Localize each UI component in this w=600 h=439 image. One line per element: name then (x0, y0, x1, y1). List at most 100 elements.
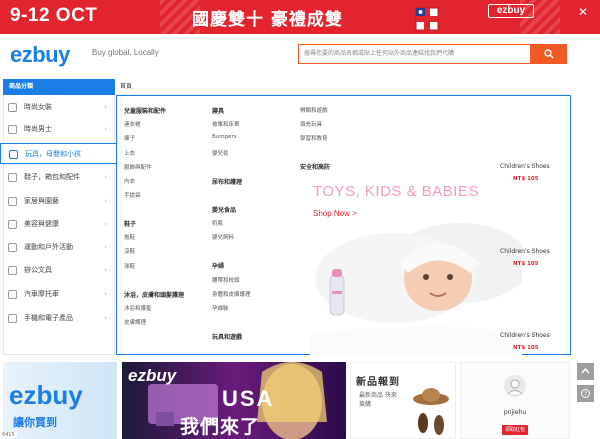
subcategory-link[interactable]: 孕婦裝 (212, 304, 229, 312)
subcategory-heading[interactable]: 沐浴，皮膚和頭髮護理 (124, 290, 184, 299)
subcategory-heading[interactable]: 寢具 (212, 106, 224, 115)
site-logo[interactable]: ezbuy (10, 42, 70, 68)
svg-text:?: ? (584, 391, 587, 398)
banner-slogan: 我們來了 (180, 416, 261, 438)
product-name[interactable]: Children's Shoes (500, 248, 550, 255)
sidebar-item-shoes-bags[interactable]: 鞋子，箱包和配件 › (0, 167, 112, 188)
subcategory-heading[interactable]: 安全和高防 (300, 162, 330, 171)
house-icon (8, 197, 17, 206)
sidebar-item-label: 鞋子，箱包和配件 (24, 173, 80, 181)
sidebar-item-sports[interactable]: 運動和戶外活動 › (0, 237, 112, 258)
subcategory-link[interactable]: 褲子 (124, 134, 135, 142)
sidebar-item-home-garden[interactable]: 家居與園藝 › (0, 191, 112, 212)
product-price: NT$ 105 (513, 261, 539, 267)
subcategory-heading[interactable]: 玩具和遊戲 (212, 332, 242, 341)
subcategory-link[interactable]: 皮膚護理 (124, 318, 146, 326)
help-button[interactable]: ? (577, 385, 594, 402)
search-input[interactable]: 搜尋您要的商品名稱或貼上任何站外商品連結找我們代購 (298, 44, 531, 64)
usa-promo-banner[interactable]: ezbuy USA 我們來了 (122, 362, 346, 439)
subcategory-link[interactable]: 棋類和遊戲 (300, 106, 328, 114)
flag-gift-icon (415, 7, 439, 31)
status-bar-text: 6415 (0, 432, 17, 438)
search-button[interactable] (531, 44, 567, 64)
pen-icon (8, 266, 17, 275)
hat-sandals-image (413, 388, 449, 435)
banner-brand: ezbuy (128, 366, 177, 385)
subcategory-link[interactable]: 學習和教育 (300, 134, 328, 142)
sidebar-item-toys-baby[interactable]: 玩具，母嬰和小孩 (0, 143, 116, 164)
sidebar-item-electronics[interactable]: 手機和電子產品 › (0, 308, 112, 329)
baby-bottle-icon (9, 150, 18, 159)
dress-icon (8, 103, 17, 112)
chevron-right-icon: › (104, 290, 107, 298)
sidebar-item-label: 家居與園藝 (24, 197, 59, 205)
avatar[interactable] (504, 375, 526, 397)
promo-brand: ezbuy (488, 4, 534, 18)
subcategory-heading[interactable]: 兒童服裝和配件 (124, 106, 166, 115)
question-icon: ? (581, 389, 590, 398)
category-hero-banner[interactable]: TOYS, KIDS & BABIES Shop Now > (310, 171, 522, 355)
hero-title: TOYS, KIDS & BABIES (313, 183, 479, 200)
subcategory-link[interactable]: 嬰兒毯 (212, 149, 229, 157)
subcategory-link[interactable]: 身體和皮膚護理 (212, 290, 251, 298)
subcategory-link[interactable]: 上衣 (124, 149, 135, 157)
username: pnjiehu (503, 409, 527, 416)
top-nav: 首頁 (116, 79, 568, 95)
subcategory-link[interactable]: 服飾與配件 (124, 163, 152, 171)
subcategory-link[interactable]: 被單和床單 (212, 120, 240, 128)
banner-logo: ezbuy (9, 380, 83, 410)
subcategory-link[interactable]: 連衣裙 (124, 120, 141, 128)
sidebar-item-label: 手機和電子產品 (24, 314, 73, 322)
subcategory-heading[interactable]: 嬰兒食品 (212, 205, 236, 214)
subcategory-link[interactable]: 沐浴和護髮 (124, 304, 152, 312)
nav-home-link[interactable]: 首頁 (120, 83, 132, 90)
chevron-right-icon: › (104, 197, 107, 205)
chevron-right-icon: › (104, 173, 107, 181)
subcategory-heading[interactable]: 鞋子 (124, 219, 136, 228)
sidebar-item-label: 美容與健康 (24, 220, 59, 228)
phone-icon (8, 314, 17, 323)
subcategory-heading[interactable]: 尿布和護理 (212, 177, 242, 186)
subcategory-heading[interactable]: 孕婦 (212, 261, 224, 270)
subcategory-link[interactable]: 拖鞋 (124, 233, 135, 241)
sidebar-item-label: 時尚女裝 (24, 103, 52, 111)
new-arrivals-banner[interactable]: 新品報到 最新商品 快來搶購 (350, 362, 456, 439)
subcategory-link[interactable]: 內衣 (124, 177, 135, 185)
sidebar-item-label: 玩具，母嬰和小孩 (25, 150, 81, 158)
subcategory-link[interactable]: 涼鞋 (124, 247, 135, 255)
lipstick-icon (8, 220, 17, 229)
new-arrivals-subtitle: 最新商品 快來搶購 (359, 392, 397, 408)
close-banner-icon[interactable]: ✕ (578, 6, 588, 18)
user-panel: pnjiehu 領取紅包 (460, 362, 570, 439)
promo-banner[interactable]: 9-12 OCT 國慶雙十 豪禮成雙 ezbuy ✕ (0, 0, 600, 34)
car-icon (8, 290, 17, 299)
category-heading[interactable]: 商品分類 (3, 79, 115, 95)
product-name[interactable]: Children's Shoes (500, 163, 550, 170)
shoe-icon (8, 173, 17, 182)
subcategory-link[interactable]: Bumpers (212, 134, 237, 140)
user-avatar-icon (507, 379, 523, 395)
subcategory-link[interactable]: 手提袋 (124, 191, 141, 199)
category-dropdown-panel: 兒童服裝和配件 連衣裙 褲子 上衣 服飾與配件 內衣 手提袋 鞋子 拖鞋 涼鞋 … (116, 95, 571, 355)
chevron-right-icon: › (104, 125, 107, 133)
banner-subtitle: 讓你買到 (13, 416, 57, 429)
sidebar-item-office[interactable]: 辦公文具 › (0, 260, 112, 281)
sidebar-item-womens-fashion[interactable]: 時尚女裝 › (0, 97, 112, 118)
subcategory-link[interactable]: 嬰兒飼料 (212, 233, 234, 241)
subcategory-link[interactable]: 球鞋 (124, 262, 135, 270)
sidebar-item-label: 時尚男士 (24, 125, 52, 133)
subcategory-link[interactable]: 填充玩具 (300, 120, 322, 128)
subcategory-link[interactable]: 腰帶和枕頭 (212, 276, 240, 284)
new-arrivals-title: 新品報到 (356, 377, 400, 388)
product-name[interactable]: Children's Shoes (500, 332, 550, 339)
scroll-top-button[interactable] (577, 363, 594, 380)
sidebar-item-mens-fashion[interactable]: 時尚男士 › (0, 119, 112, 140)
product-price: NT$ 105 (513, 345, 539, 351)
claim-coupon-button[interactable]: 領取紅包 (502, 425, 528, 435)
shop-now-link[interactable]: Shop Now > (313, 209, 357, 218)
sidebar-item-label: 辦公文具 (24, 266, 52, 274)
sidebar-item-auto[interactable]: 汽車摩托車 › (0, 284, 112, 305)
sidebar-item-beauty[interactable]: 美容與健康 › (0, 214, 112, 235)
ezbuy-promo-banner[interactable]: ezbuy 讓你買到 (3, 362, 117, 439)
subcategory-link[interactable]: 奶瓶 (212, 219, 223, 227)
